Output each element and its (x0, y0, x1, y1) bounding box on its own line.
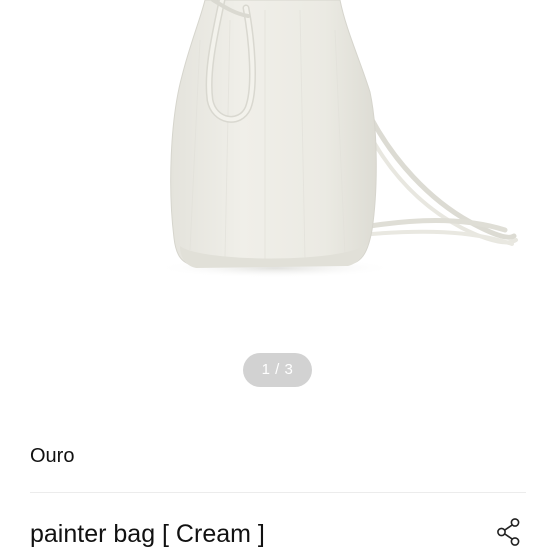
product-title: painter bag [ Cream ] (30, 520, 265, 548)
share-button[interactable] (494, 516, 524, 548)
brand-name[interactable]: Ouro (30, 443, 74, 469)
image-pager-indicator: 1 / 3 (243, 353, 312, 387)
product-image-gallery[interactable]: 1 / 3 (0, 0, 554, 410)
share-icon (497, 518, 520, 546)
product-image (155, 0, 518, 278)
product-detail-page: 1 / 3 Ouro painter bag [ Cream ] (0, 0, 554, 554)
divider (30, 492, 526, 493)
